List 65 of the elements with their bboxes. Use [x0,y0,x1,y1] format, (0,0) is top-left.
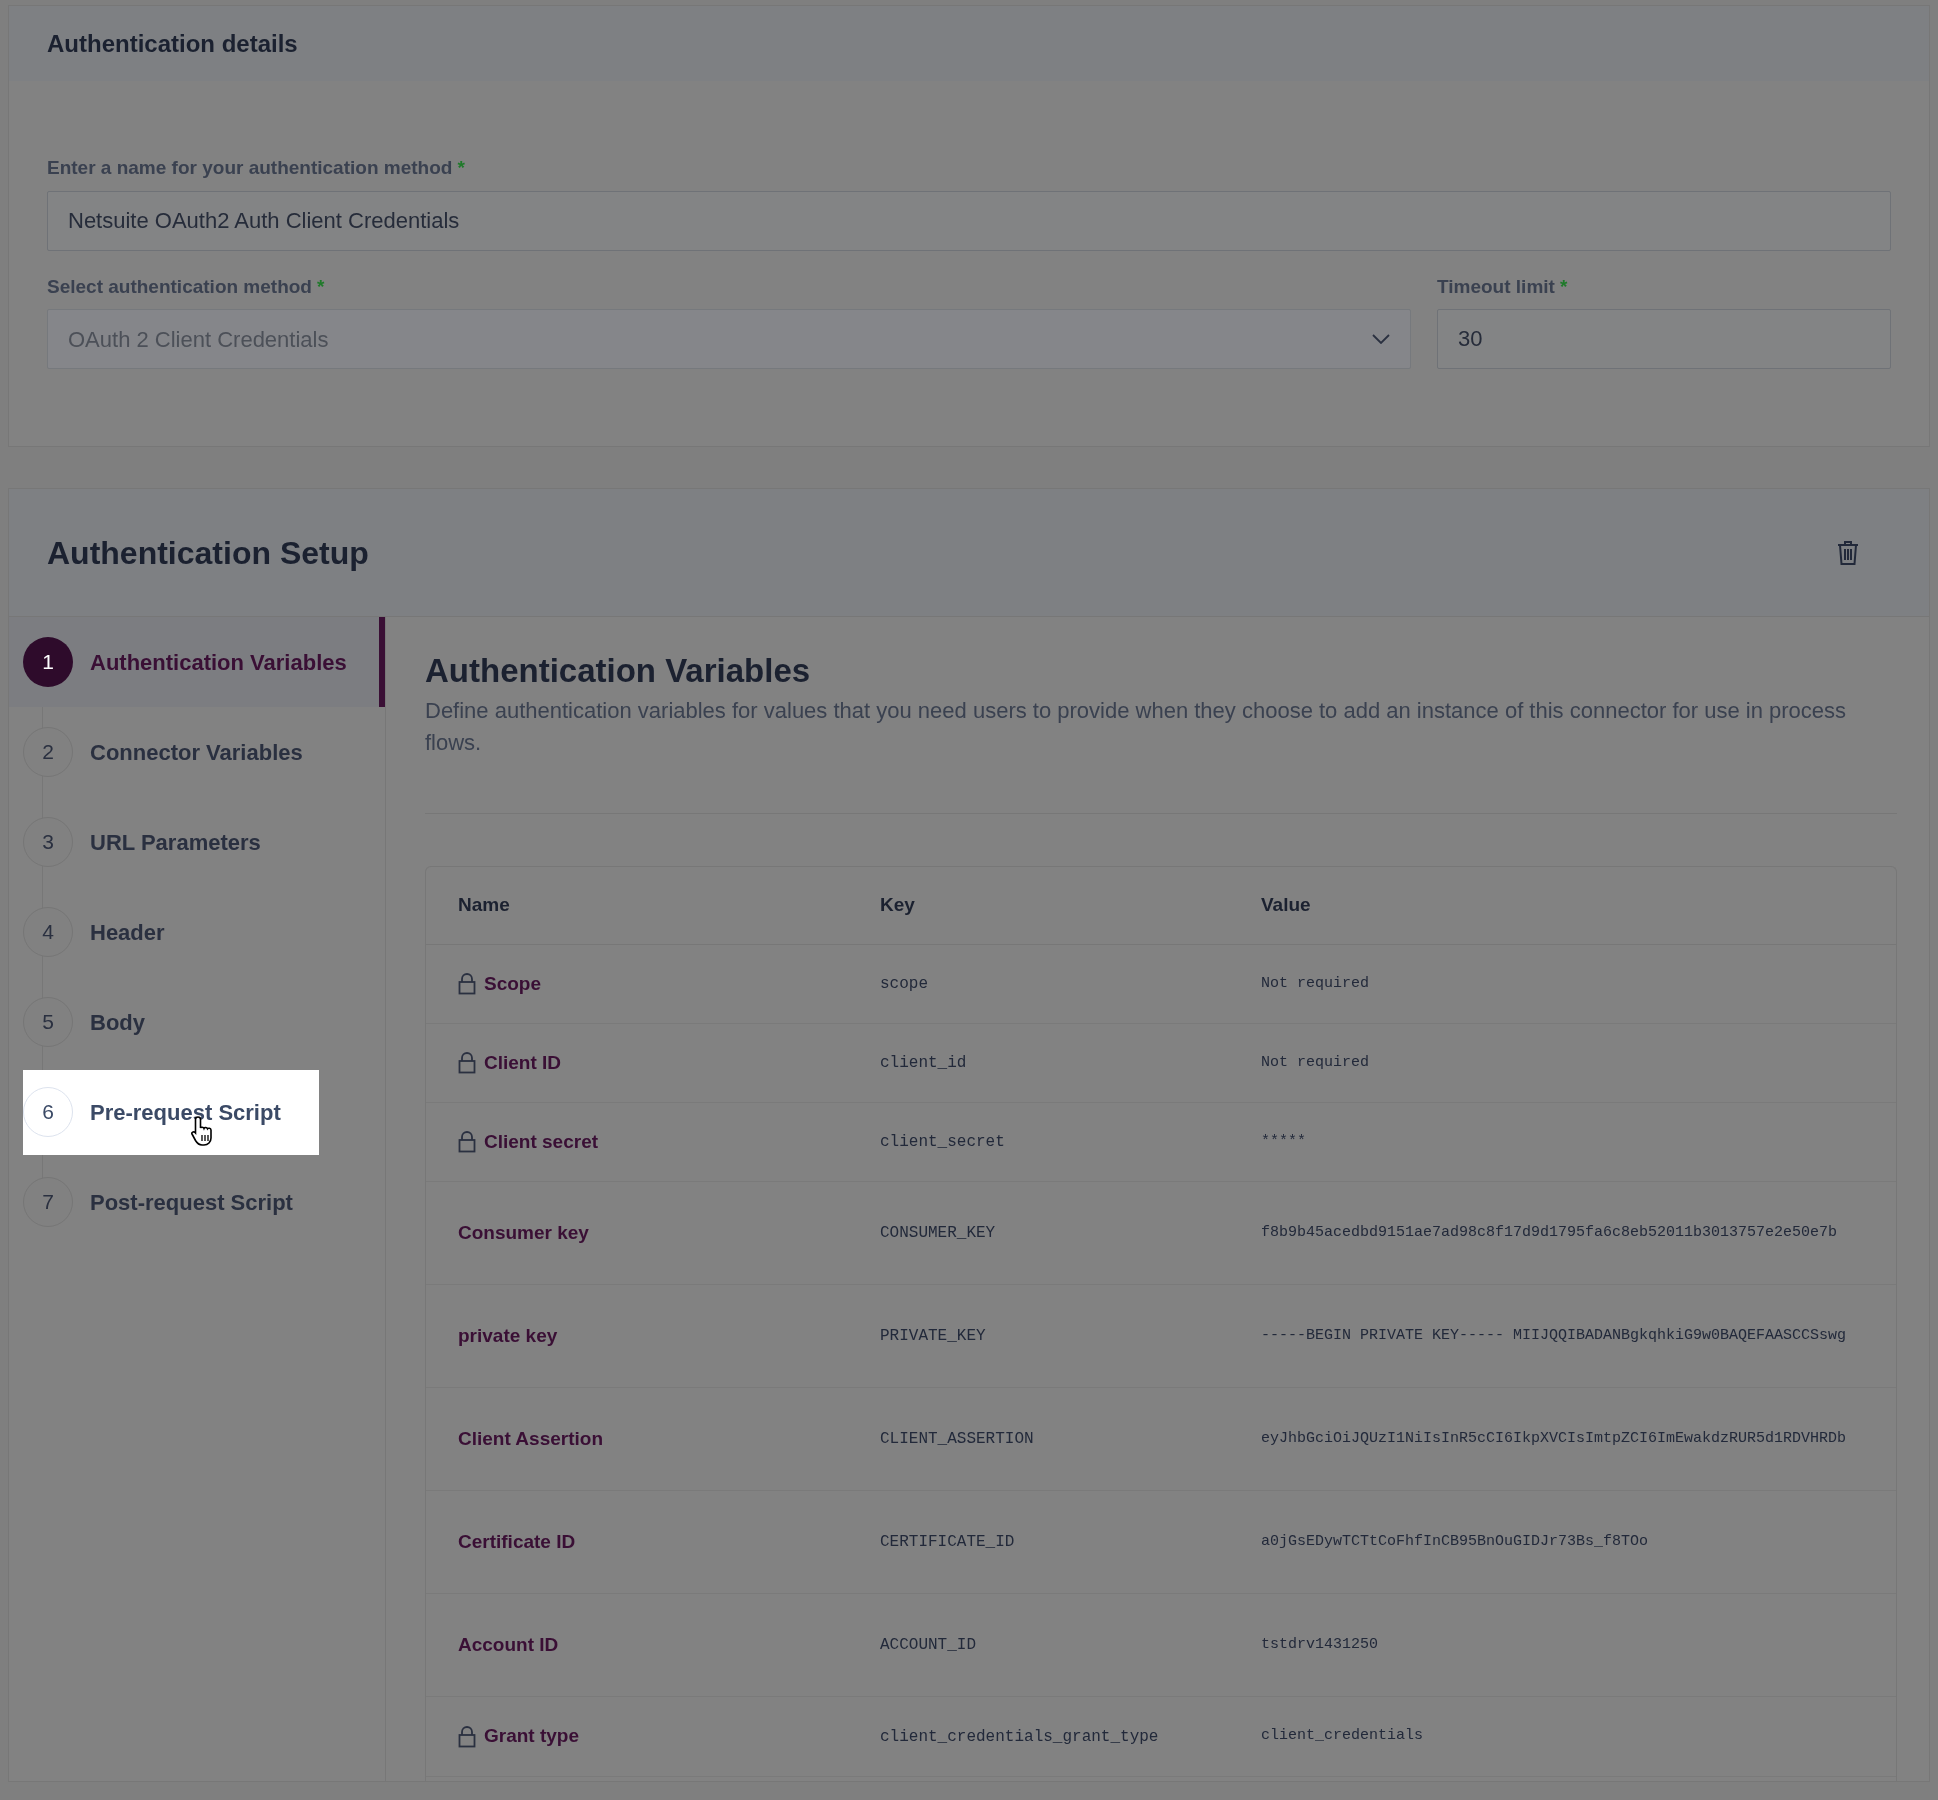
step-item[interactable]: 3 URL Parameters [9,797,385,887]
field-label: Enter a name for your authentication method [47,156,453,180]
step-item[interactable]: 1 Authentication Variables [9,617,385,707]
step-item[interactable]: 4 Header [9,887,385,977]
variable-name[interactable]: Consumer key [458,1218,589,1248]
required-mark: * [457,156,465,180]
variable-key: client_secret [880,1130,1261,1154]
section-description: Define authentication variables for values that you need users to provide when they choose to add an instance of this connector for use in process flows. [425,697,1848,757]
required-mark: * [317,274,325,299]
section-title: Authentication Variables [425,651,812,691]
name-input[interactable]: Netsuite OAuth2 Auth Client Credentials [47,190,1891,251]
variable-key: client_id [880,1051,1261,1075]
variable-value: Not required [1261,973,1371,994]
variable-key: ACCOUNT_ID [880,1633,1261,1657]
step-label: Pre-request Script [90,1098,281,1127]
column-header: Key [880,893,916,918]
variable-value: tstdrv1431250 [1261,1634,1380,1655]
step-number: 3 [23,817,73,867]
variable-key: CONSUMER_KEY [880,1221,1261,1245]
step-label: URL Parameters [90,828,261,857]
variable-name[interactable]: Client secret [484,1127,599,1157]
timeout-input[interactable]: 30 [1437,309,1891,369]
card-title: Authentication details [47,28,298,59]
step-label: Body [90,1008,145,1037]
variable-value: f8b9b45acedbd9151ae7ad98c8f17d9d1795fa6c8eb52011b3013757e2e50e7b [1261,1222,1839,1243]
variable-key: client_credentials_grant_type [880,1724,1261,1749]
step-number: 7 [23,1177,73,1227]
variable-name[interactable]: Client Assertion [458,1424,603,1454]
step-number: 4 [23,907,73,957]
chevron-down-icon [1372,334,1390,344]
variable-key: scope [880,972,1261,996]
step-number: 6 [23,1087,73,1137]
field-label: Timeout limit [1437,274,1555,299]
step-item[interactable]: 2 Connector Variables [9,707,385,797]
trash-icon[interactable] [1837,539,1859,566]
card-title: Authentication Setup [47,533,369,573]
step-item[interactable]: 7 Post-request Script [9,1157,385,1247]
variable-value: ***** [1261,1131,1307,1152]
variable-name[interactable]: Client ID [484,1048,562,1078]
step-item[interactable]: 6 Pre-request Script [9,1067,385,1157]
variable-value: client_credentials [1261,1726,1425,1747]
variable-value: eyJhbGciOiJQUzI1NiIsInR5cCI6IkpXVCIsImtpZCI6ImEwakdzRUR5d1RDVHRDb [1261,1428,1848,1449]
variable-name[interactable]: Grant type [484,1722,580,1751]
variable-key: CERTIFICATE_ID [880,1530,1261,1554]
step-item[interactable]: 5 Body [9,977,385,1067]
step-number: 2 [23,727,73,777]
step-label: Authentication Variables [90,648,347,677]
step-number: 5 [23,997,73,1047]
field-label: Select authentication method [47,274,312,299]
column-header: Value [1261,893,1312,918]
required-mark: * [1559,274,1568,299]
variable-value: a0jGsEDywTCTtCoFhfInCB95BnOuGIDJr73Bs_f8TOo [1261,1531,1650,1552]
step-label: Post-request Script [90,1188,293,1217]
variable-name[interactable]: Account ID [458,1630,559,1660]
column-header: Name [458,893,511,918]
variable-value: -----BEGIN PRIVATE KEY----- MIIJQQIBADANBgkqhkiG9w0BAQEFAASCCSswg [1261,1325,1848,1346]
step-label: Connector Variables [90,738,303,767]
variable-name[interactable]: private key [458,1321,558,1351]
step-label: Header [90,918,165,947]
variable-name[interactable]: Scope [484,969,542,999]
variable-value: Not required [1261,1052,1371,1073]
variable-name[interactable]: Certificate ID [458,1527,576,1557]
variable-key: CLIENT_ASSERTION [880,1427,1261,1451]
variable-key: PRIVATE_KEY [880,1324,1261,1348]
step-number: 1 [23,637,73,687]
